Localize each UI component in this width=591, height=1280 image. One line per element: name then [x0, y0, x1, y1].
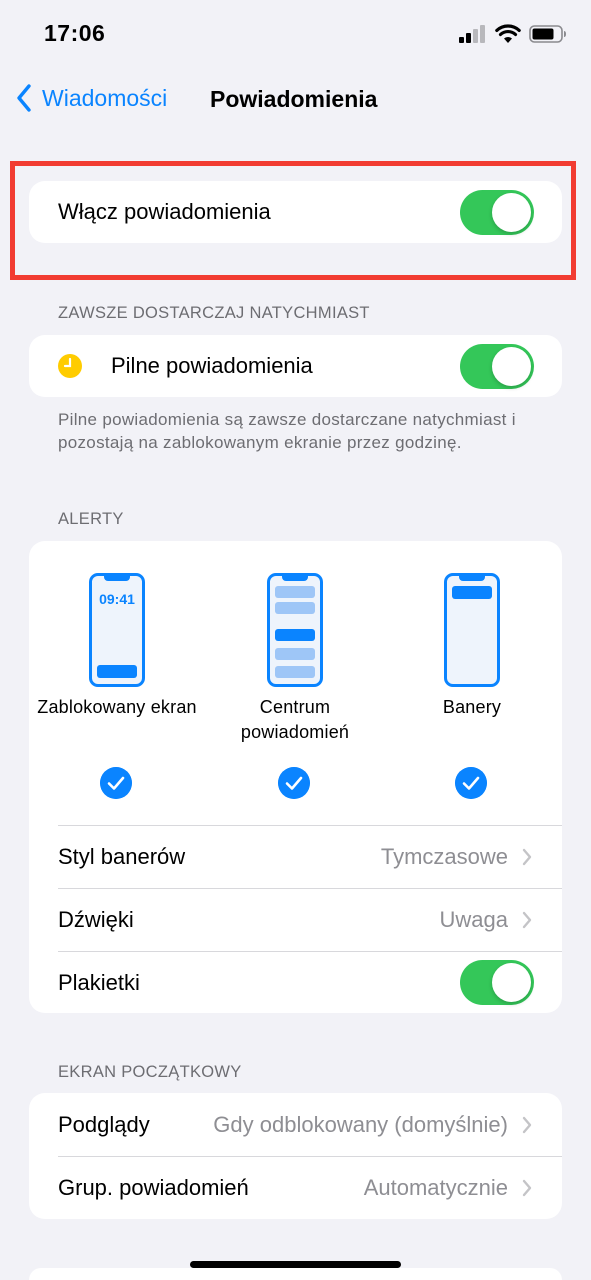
row-divider	[58, 951, 562, 952]
banners-checkmark-icon[interactable]	[455, 767, 487, 799]
page-title: Powiadomienia	[210, 86, 378, 112]
chevron-right-icon	[522, 1116, 532, 1133]
lock-screen-checkmark-icon[interactable]	[100, 767, 132, 799]
chevron-right-icon	[522, 1179, 532, 1196]
time-sensitive-footnote: Pilne powiadomienia są zawsze dostarczan…	[58, 410, 516, 452]
chevron-right-icon	[522, 911, 532, 928]
banners-illustration	[444, 573, 500, 687]
badges-row: Plakietki	[29, 951, 562, 1013]
back-button[interactable]: Wiadomości	[16, 84, 167, 112]
notification-center-illustration	[267, 573, 323, 687]
phone-notch	[282, 575, 308, 581]
phone-notch	[104, 575, 130, 581]
alerts-card: 09:41 Zablokowany ekran Centrum powiadom…	[29, 541, 562, 1013]
clock-icon	[58, 354, 82, 378]
notification-center-checkmark-icon[interactable]	[278, 767, 310, 799]
grouping-value: Automatycznie	[363, 1174, 508, 1200]
alert-option-banners[interactable]: Banery	[382, 573, 562, 720]
banner-notification	[452, 586, 492, 599]
wifi-icon	[495, 24, 521, 43]
immediate-section-header: ZAWSZE DOSTARCZAJ NATYCHMIAST	[58, 304, 370, 322]
highlight-frame	[10, 161, 576, 280]
lock-screen-time: 09:41	[99, 591, 135, 607]
previews-row[interactable]: Podglądy Gdy odblokowany (domyślnie)	[29, 1093, 562, 1156]
lock-screen-notification	[97, 665, 137, 678]
next-card-partial	[29, 1268, 562, 1280]
sounds-value: Uwaga	[439, 906, 508, 932]
time-sensitive-row: Pilne powiadomienia	[29, 335, 562, 397]
previews-label: Podglądy	[58, 1111, 150, 1137]
status-icons	[459, 24, 567, 43]
banner-style-row[interactable]: Styl banerów Tymczasowe	[29, 825, 562, 888]
previews-value: Gdy odblokowany (domyślnie)	[213, 1111, 508, 1137]
alert-option-notification-center[interactable]: Centrum powiadomień	[205, 573, 385, 745]
grouping-row[interactable]: Grup. powiadomień Automatycznie	[29, 1156, 562, 1219]
time-sensitive-card: Pilne powiadomienia	[29, 335, 562, 397]
alert-option-lock-screen[interactable]: 09:41 Zablokowany ekran	[29, 573, 207, 720]
notification-placeholder	[275, 666, 315, 678]
grouping-label: Grup. powiadomień	[58, 1174, 249, 1200]
sounds-label: Dźwięki	[58, 906, 134, 932]
row-divider	[58, 1156, 562, 1157]
alerts-section-header: ALERTY	[58, 510, 124, 528]
notification-placeholder	[275, 648, 315, 660]
cellular-signal-icon	[459, 24, 485, 43]
notification-active	[275, 629, 315, 641]
alert-option-label: Banery	[442, 697, 502, 717]
lock-screen-section-header: EKRAN POCZĄTKOWY	[58, 1063, 242, 1081]
badges-toggle[interactable]	[460, 960, 534, 1005]
navigation-bar: Wiadomości Powiadomienia	[0, 78, 591, 122]
chevron-right-icon	[522, 848, 532, 865]
row-divider	[58, 825, 562, 826]
badges-label: Plakietki	[58, 969, 140, 995]
status-bar: 17:06	[0, 0, 591, 70]
lock-screen-illustration: 09:41	[89, 573, 145, 687]
phone-notch	[459, 575, 485, 581]
notification-placeholder	[275, 586, 315, 598]
time-sensitive-toggle[interactable]	[460, 343, 534, 389]
back-label: Wiadomości	[42, 84, 168, 111]
toggle-knob	[492, 963, 531, 1002]
home-indicator	[190, 1261, 401, 1268]
chevron-left-icon	[17, 84, 31, 112]
row-divider	[58, 888, 562, 889]
alert-option-label: Centrum powiadomień	[240, 697, 350, 742]
battery-icon	[529, 24, 566, 43]
notification-placeholder	[275, 602, 315, 614]
alert-option-label: Zablokowany ekran	[37, 697, 197, 717]
banner-style-value: Tymczasowe	[380, 843, 508, 869]
sounds-row[interactable]: Dźwięki Uwaga	[29, 888, 562, 951]
status-time: 17:06	[44, 20, 106, 46]
alerts-settings-rows: Styl banerów Tymczasowe Dźwięki Uwaga Pl…	[29, 825, 562, 1013]
lock-screen-card: Podglądy Gdy odblokowany (domyślnie) Gru…	[29, 1093, 562, 1219]
toggle-knob	[492, 346, 531, 386]
time-sensitive-label: Pilne powiadomienia	[111, 353, 313, 378]
banner-style-label: Styl banerów	[58, 843, 186, 869]
